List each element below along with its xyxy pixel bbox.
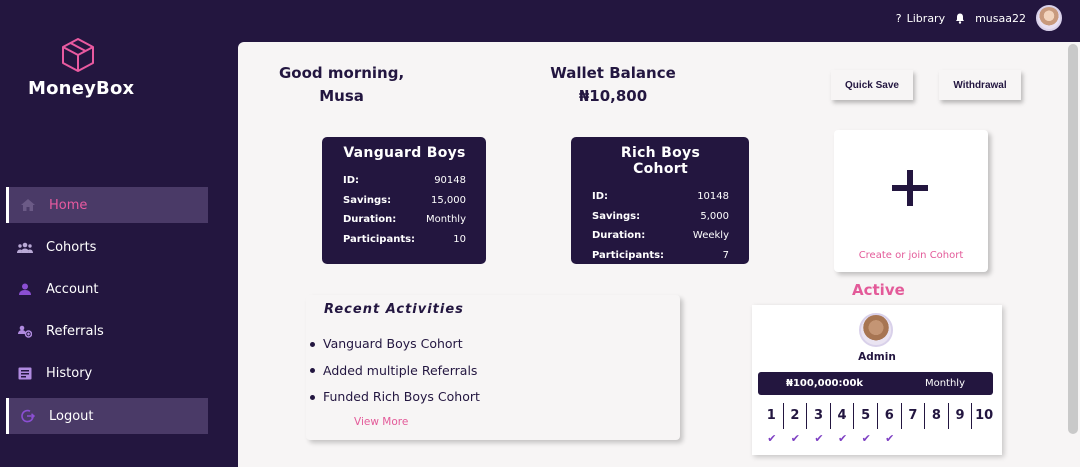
contribution-bar: ₦100,000:00k Monthly — [758, 372, 993, 395]
cohort-row-participants: Participants: 7 — [592, 249, 729, 261]
contribution-amount: ₦100,000:00k — [786, 378, 864, 389]
quick-save-button[interactable]: Quick Save — [831, 70, 913, 100]
slot-number: 3 — [807, 403, 831, 429]
logo[interactable]: MoneyBox — [28, 36, 135, 99]
home-icon — [19, 198, 37, 212]
question-icon: ? — [895, 11, 902, 25]
create-cohort-label: Create or join Cohort — [858, 250, 964, 261]
check-icon: ✔ — [790, 432, 800, 445]
main-panel: Good morning, Musa Wallet Balance ₦10,80… — [238, 42, 1080, 467]
sidebar-item-label: Logout — [49, 408, 94, 424]
sidebar-item-label: History — [46, 365, 93, 381]
wallet-amount: ₦10,800 — [578, 87, 648, 105]
slot-number: 6 — [878, 403, 902, 429]
sidebar-item-referrals[interactable]: Referrals — [6, 313, 208, 349]
top-right-menu: ? Library musaa22 — [896, 5, 1062, 31]
check-icon: ✔ — [814, 432, 824, 445]
brand-name: MoneyBox — [28, 78, 135, 99]
check-icon — [949, 432, 973, 445]
username[interactable]: musaa22 — [975, 12, 1026, 25]
users-icon — [16, 240, 34, 254]
logout-icon — [19, 409, 37, 423]
admin-avatar — [859, 313, 893, 347]
slot-number: 4 — [831, 403, 855, 429]
plus-icon — [892, 170, 928, 206]
cohort-row-duration: Duration: Monthly — [343, 214, 466, 225]
cohort-row-id: ID: 90148 — [343, 175, 466, 186]
sidebar-item-label: Referrals — [46, 323, 104, 339]
active-title: Active — [852, 281, 905, 299]
account-icon — [16, 282, 34, 296]
history-icon — [16, 366, 34, 380]
sidebar-item-label: Cohorts — [46, 239, 97, 255]
slot-number: 5 — [854, 403, 878, 429]
sidebar-item-logout[interactable]: Logout — [6, 398, 208, 434]
sidebar-item-label: Account — [46, 281, 99, 297]
slot-numbers: 1 2 3 4 5 6 7 8 9 10 — [760, 403, 996, 429]
cohort-card-rich-boys[interactable]: Rich Boys Cohort ID: 10148 Savings: 5,000 … — [571, 137, 749, 264]
slot-number: 1 — [760, 403, 784, 429]
cohort-row-savings: Savings: 5,000 — [592, 210, 729, 222]
vertical-scrollbar[interactable] — [1068, 44, 1078, 434]
contribution-frequency: Monthly — [924, 378, 965, 389]
box-logo-icon — [62, 38, 94, 72]
sidebar-item-history[interactable]: History — [6, 355, 208, 391]
wallet-balance: Wallet Balance ₦10,800 — [538, 62, 688, 108]
sidebar-item-label: Home — [49, 197, 88, 213]
referrals-icon — [16, 324, 34, 338]
list-item: Added multiple Referrals — [310, 358, 480, 385]
cohort-title: Vanguard Boys — [343, 145, 466, 161]
sidebar-item-account[interactable]: Account — [6, 271, 208, 307]
check-icon: ✔ — [861, 432, 871, 445]
activity-list: Vanguard Boys Cohort Added multiple Refe… — [310, 331, 480, 411]
sidebar-item-cohorts[interactable]: Cohorts — [6, 229, 208, 265]
greeting: Good morning, Musa — [279, 62, 404, 108]
library-label: Library — [906, 11, 946, 25]
paid-checks: ✔ ✔ ✔ ✔ ✔ ✔ — [760, 432, 996, 445]
sidebar-item-home[interactable]: Home — [6, 187, 208, 223]
cohort-row-duration: Duration: Weekly — [592, 230, 729, 241]
check-icon — [972, 432, 996, 445]
cohort-row-savings: Savings: 15,000 — [343, 194, 466, 206]
check-icon: ✔ — [767, 432, 777, 445]
check-icon — [902, 432, 926, 445]
wallet-title: Wallet Balance — [550, 64, 676, 82]
recent-activities-card: Recent Activities Vanguard Boys Cohort A… — [306, 295, 680, 440]
withdrawal-button[interactable]: Withdrawal — [939, 70, 1021, 100]
avatar[interactable] — [1036, 5, 1062, 31]
view-more-link[interactable]: View More — [354, 416, 408, 428]
slot-number: 2 — [784, 403, 808, 429]
check-icon: ✔ — [837, 432, 848, 445]
slot-number: 10 — [975, 408, 994, 423]
check-icon: ✔ — [885, 432, 895, 445]
create-cohort-card[interactable]: Create or join Cohort — [834, 130, 988, 272]
cohort-row-participants: Participants: 10 — [343, 233, 466, 245]
greeting-name: Musa — [319, 87, 364, 105]
greeting-line: Good morning, — [279, 64, 405, 82]
cohort-card-vanguard-boys[interactable]: Vanguard Boys ID: 90148 Savings: 15,000 Du… — [322, 137, 486, 264]
check-icon — [925, 432, 949, 445]
recent-activities-title: Recent Activities — [324, 302, 464, 317]
list-item: Vanguard Boys Cohort — [310, 331, 480, 358]
cohort-title: Rich Boys Cohort — [620, 145, 701, 177]
active-cohort-card[interactable]: Admin ₦100,000:00k Monthly 1 2 3 4 5 6 7… — [752, 305, 1002, 455]
cohort-row-id: ID: 10148 — [592, 191, 729, 202]
slot-number: 8 — [925, 403, 949, 429]
library-link[interactable]: ? Library — [896, 12, 945, 25]
bell-icon[interactable] — [955, 13, 965, 24]
list-item: Funded Rich Boys Cohort — [310, 384, 480, 411]
sidebar: MoneyBox Home Cohorts Account Referrals … — [0, 0, 238, 467]
admin-label: Admin — [858, 351, 896, 363]
slot-number: 9 — [949, 403, 973, 429]
slot-number: 7 — [902, 403, 926, 429]
